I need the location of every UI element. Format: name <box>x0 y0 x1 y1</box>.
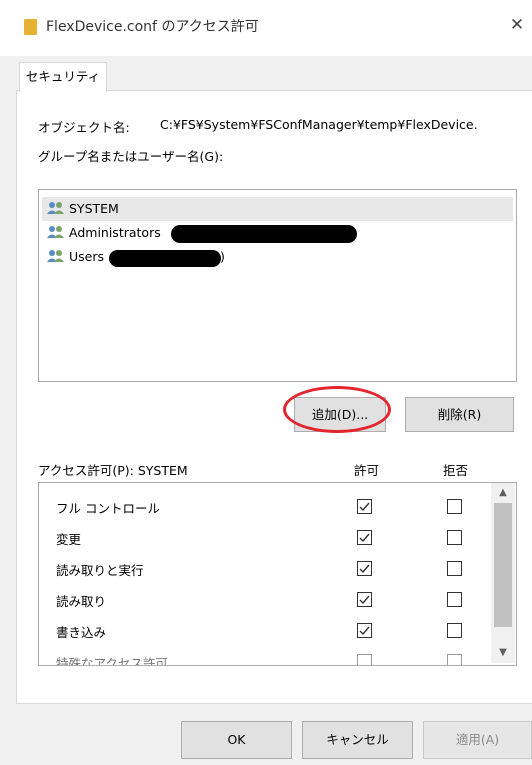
permission-row: 変更 <box>39 523 491 554</box>
allow-checkbox[interactable] <box>357 623 372 638</box>
chevron-down-icon[interactable]: ▼ <box>491 643 515 663</box>
deny-checkbox <box>447 654 462 665</box>
allow-checkbox[interactable] <box>357 592 372 607</box>
cancel-button[interactable]: キャンセル <box>302 721 413 759</box>
permission-row: フル コントロール <box>39 492 491 523</box>
close-button[interactable]: ✕ <box>504 12 530 38</box>
group-name: Administrators <box>69 225 161 240</box>
window-title: FlexDevice.conf のアクセス許可 <box>46 19 259 35</box>
redaction-mark <box>171 225 357 243</box>
permission-name: 書き込み <box>56 625 107 640</box>
permission-row: 読み取り <box>39 585 491 616</box>
scrollbar-thumb[interactable] <box>494 503 512 627</box>
deny-header: 拒否 <box>443 463 469 478</box>
users-icon <box>47 226 64 238</box>
permission-name: 特殊なアクセス許可 <box>56 656 168 666</box>
remove-button[interactable]: 削除(R) <box>405 397 514 432</box>
object-name-label: オブジェクト名: <box>38 120 130 135</box>
allow-checkbox <box>357 654 372 665</box>
permissions-label: アクセス許可(P): SYSTEM <box>38 463 188 478</box>
users-icon <box>47 202 64 214</box>
folder-icon <box>24 19 37 35</box>
deny-checkbox[interactable] <box>447 592 462 607</box>
users-icon <box>47 250 64 262</box>
group-user-list[interactable]: SYSTEM Administrators Users ) <box>38 189 517 382</box>
allow-checkbox[interactable] <box>357 561 372 576</box>
permission-name: 読み取りと実行 <box>56 563 144 578</box>
permission-name: 変更 <box>56 532 82 547</box>
deny-checkbox[interactable] <box>447 499 462 514</box>
ok-button[interactable]: OK <box>181 721 292 759</box>
add-button[interactable]: 追加(D)... <box>294 397 386 432</box>
group-name: SYSTEM <box>69 201 119 216</box>
apply-button: 適用(A) <box>423 721 532 759</box>
permission-row: 書き込み <box>39 616 491 647</box>
group-list-label: グループ名またはユーザー名(G): <box>38 149 224 164</box>
group-name: Users <box>69 249 105 264</box>
redaction-mark <box>109 250 221 267</box>
allow-header: 許可 <box>354 463 380 478</box>
permission-name: フル コントロール <box>56 501 160 516</box>
permissions-scrollbar[interactable]: ▲ ▼ <box>491 483 515 663</box>
chevron-up-icon[interactable]: ▲ <box>491 483 515 503</box>
users-suffix: ) <box>220 249 225 264</box>
title-bar: FlexDevice.conf のアクセス許可 ✕ <box>0 0 532 56</box>
permissions-list[interactable]: フル コントロール 変更 読み取りと実行 読み取り 書き込み 特殊なアクセス許可… <box>38 482 517 666</box>
allow-checkbox[interactable] <box>357 499 372 514</box>
permission-name: 読み取り <box>56 594 107 609</box>
deny-checkbox[interactable] <box>447 623 462 638</box>
permission-row: 読み取りと実行 <box>39 554 491 585</box>
object-name-value: C:¥FS¥System¥FSConfManager¥temp¥FlexDevi… <box>160 117 478 132</box>
deny-checkbox[interactable] <box>447 530 462 545</box>
list-item-system[interactable]: SYSTEM <box>42 197 513 221</box>
deny-checkbox[interactable] <box>447 561 462 576</box>
allow-checkbox[interactable] <box>357 530 372 545</box>
permission-row: 特殊なアクセス許可 <box>39 647 491 666</box>
tab-security[interactable]: セキュリティ <box>19 62 107 92</box>
